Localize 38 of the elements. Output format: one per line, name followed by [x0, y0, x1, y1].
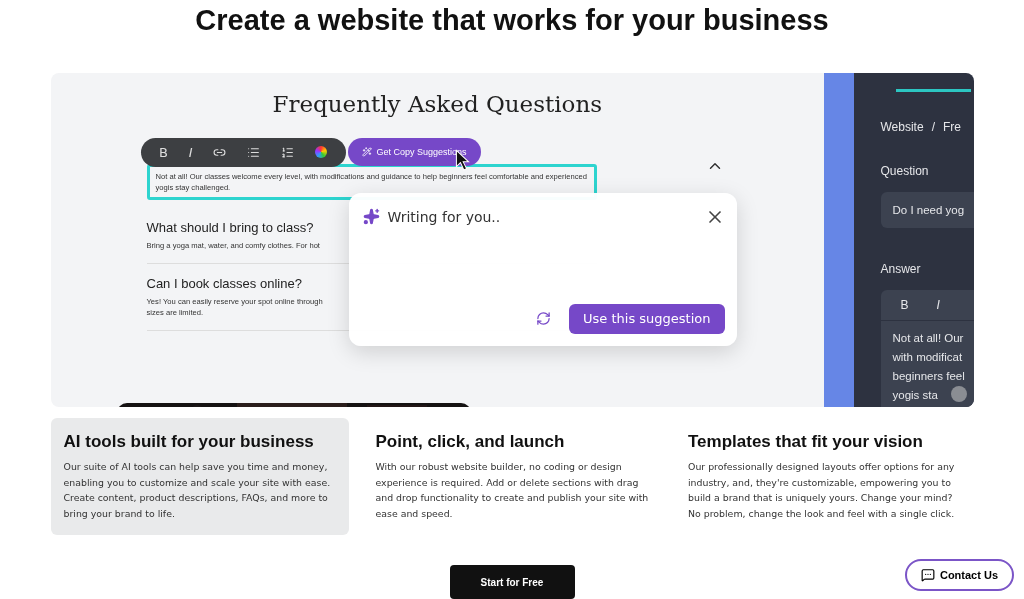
format-tool[interactable]: B	[900, 297, 909, 312]
numbered-list-icon[interactable]	[281, 145, 295, 159]
drag-handle-icon[interactable]	[950, 385, 967, 402]
faq-question: Can I book classes online?	[146, 275, 302, 291]
answer-text-line: yogis sta	[892, 387, 938, 403]
chat-icon	[920, 568, 935, 582]
feature-description: Our professionally designed layouts offer options for any industry, and, they're customizable, empowering you to build a brand that is uniquely yours. Change your mind? No problem, change the look and feel with a single click.	[688, 460, 956, 521]
magic-wand-icon	[361, 146, 372, 157]
breadcrumb[interactable]: Website	[880, 119, 924, 134]
breadcrumb[interactable]: Fre	[943, 119, 961, 134]
start-free-button[interactable]: Start for Free	[449, 565, 575, 599]
use-suggestion-button[interactable]: Use this suggestion	[569, 303, 725, 334]
page-title: Create a website that works for your business	[195, 4, 829, 38]
feature-title: AI tools built for your business	[63, 432, 315, 453]
sparkle-icon	[362, 208, 380, 226]
popup-title: Writing for you..	[387, 208, 502, 225]
answer-label: Answer	[880, 261, 922, 276]
breadcrumb: /	[931, 119, 935, 134]
bold-button[interactable]: B	[158, 144, 168, 160]
answer-text-line: Not at all! Our	[892, 330, 964, 346]
feature-title: Templates that fit your vision	[688, 432, 924, 453]
answer-text-line: with modificat	[892, 349, 963, 365]
color-wheel-icon[interactable]	[315, 146, 327, 159]
feature-description: With our robust website builder, no coding or design experience is required. Add or delete sections with drag and drop functionality to create and publish your site with ease and speed.	[375, 460, 649, 521]
answer-text-line: beginners feel	[892, 368, 965, 384]
contact-button[interactable]: Contact Us	[904, 559, 1014, 591]
question-field[interactable]: Do I need yog	[880, 191, 974, 228]
feature-description: Our suite of AI tools can help save you time and money, enabling you to customize and scale your site with ease. Create content, product descriptions, FAQs, and more to bring your brand to life.	[63, 460, 332, 521]
feature-title: Point, click, and launch	[375, 432, 566, 453]
format-tool[interactable]: I	[936, 297, 940, 312]
answer-editor[interactable]: B I Not at all! Our with modificat beginners feel yogis sta	[880, 289, 974, 408]
italic-button[interactable]: I	[188, 144, 193, 160]
refresh-button[interactable]	[536, 311, 552, 327]
copy-suggestions-button[interactable]: Get Copy Suggestions	[347, 137, 481, 166]
bulleted-list-icon[interactable]	[247, 145, 261, 159]
faq-question: What should I bring to class?	[146, 219, 314, 235]
question-label: Question	[880, 163, 930, 178]
faq-heading: Frequently Asked Questions	[272, 90, 604, 117]
